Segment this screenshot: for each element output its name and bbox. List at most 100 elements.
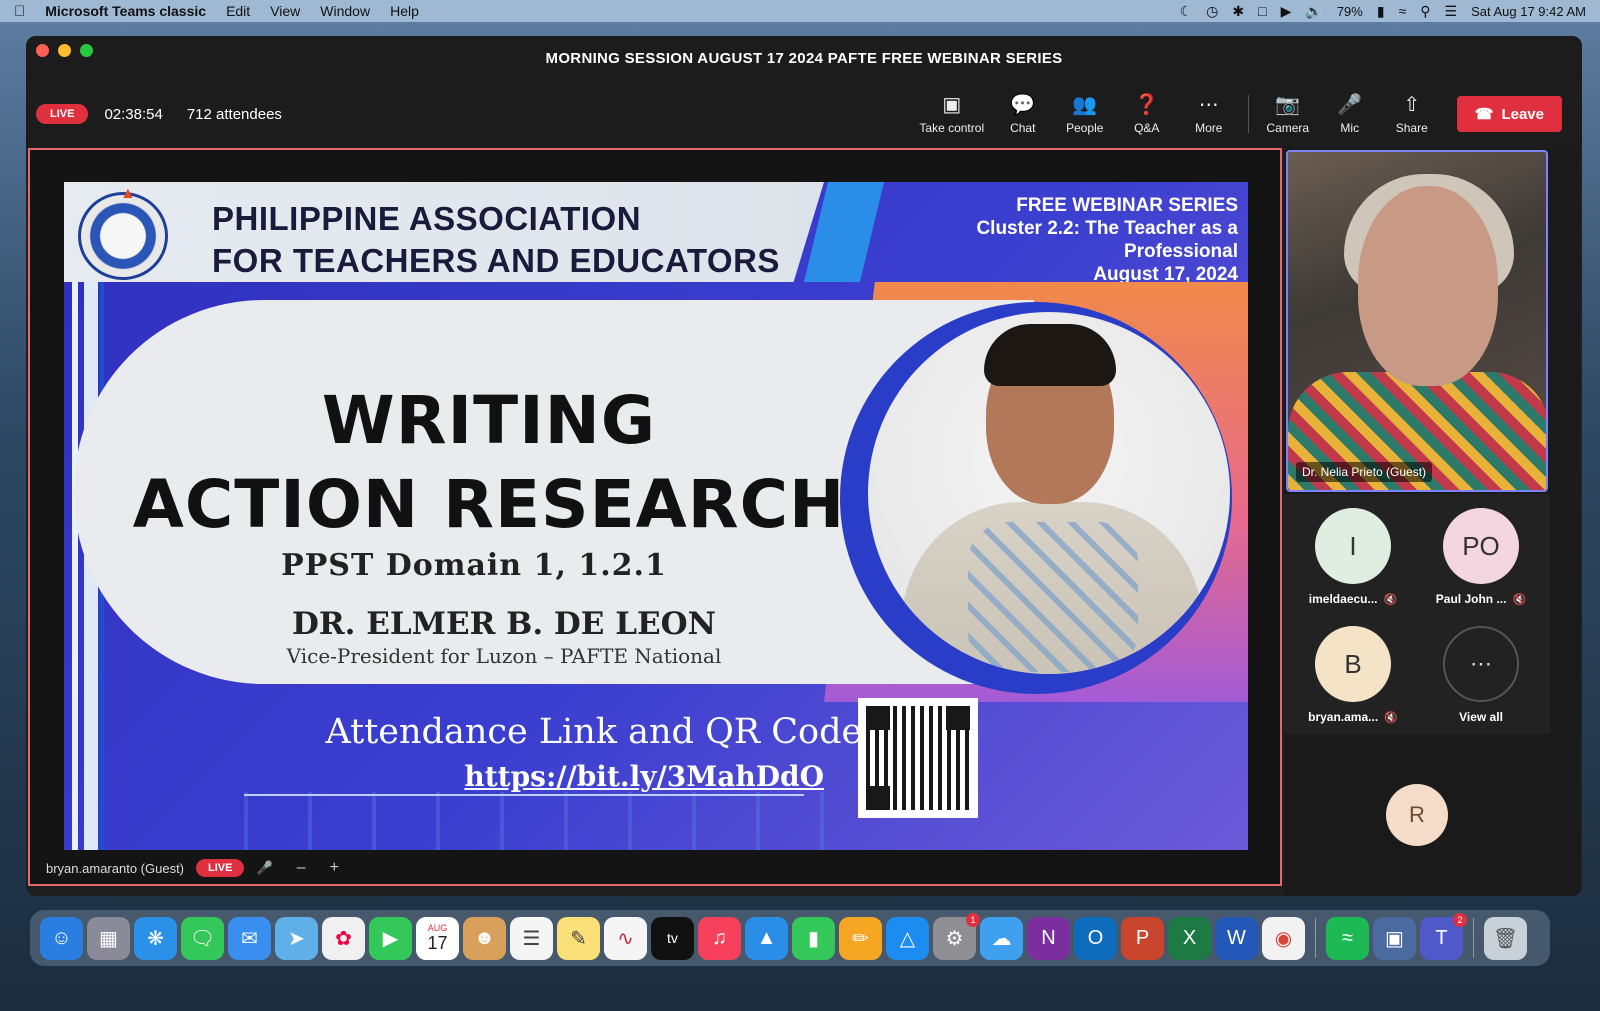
mic-muted-icon: 🎤	[1337, 94, 1363, 116]
finder-icon[interactable]: ☺	[40, 916, 83, 960]
avatar: PO	[1443, 508, 1519, 584]
apple-menu-icon[interactable]: 	[14, 3, 25, 20]
zoom-in-button[interactable]: +	[330, 859, 339, 877]
battery-percent[interactable]: 79%	[1337, 4, 1363, 19]
more-icon: ⋯	[1198, 94, 1219, 116]
clock-icon[interactable]: ◷	[1206, 3, 1218, 20]
take-control-button[interactable]: ▣ Take control	[912, 93, 992, 135]
display-icon[interactable]: □	[1258, 3, 1266, 19]
speaker-photo	[868, 312, 1230, 674]
focus-moon-icon[interactable]: ☾	[1180, 3, 1193, 20]
mail-icon[interactable]: ✉	[228, 916, 271, 960]
series-cluster: Cluster 2.2: The Teacher as a	[976, 218, 1238, 239]
menu-help[interactable]: Help	[390, 3, 419, 19]
pages-icon[interactable]: ✏	[839, 916, 882, 960]
participant-tile[interactable]: I imeldaecu... 🔇	[1288, 498, 1418, 616]
safari-icon[interactable]: ❋	[134, 916, 177, 960]
attendance-underline	[244, 794, 804, 796]
battery-icon[interactable]: ▮	[1377, 3, 1385, 20]
mic-muted-icon: 🔇	[1512, 593, 1527, 606]
reminders-icon[interactable]: ☰	[510, 916, 553, 960]
attendee-count: 712 attendees	[186, 105, 282, 123]
qa-button[interactable]: ❓ Q&A	[1116, 93, 1178, 135]
messages-icon[interactable]: 🗨	[181, 916, 224, 960]
calendar-icon[interactable]: AUG 17	[416, 916, 459, 960]
torch-flame-icon: ▲	[120, 185, 136, 202]
bluetooth-icon[interactable]: ✱	[1232, 3, 1244, 20]
presentation-slide: ▲ PHILIPPINE ASSOCIATION FOR TEACHERS AN…	[64, 182, 1248, 850]
teams-icon[interactable]: T 2	[1420, 912, 1467, 960]
menu-app-name[interactable]: Microsoft Teams classic	[45, 3, 206, 19]
zoom-out-button[interactable]: –	[297, 859, 306, 877]
speaker-position: Vice-President for Luzon – PAFTE Nationa…	[286, 644, 722, 668]
teams-badge: 2	[1453, 912, 1467, 927]
menubar-datetime[interactable]: Sat Aug 17 9:42 AM	[1471, 4, 1586, 19]
onedrive-icon[interactable]: ☁	[980, 916, 1023, 960]
numbers-icon[interactable]: ▮	[792, 916, 835, 960]
mic-button[interactable]: 🎤 Mic	[1319, 93, 1381, 135]
spotify-icon[interactable]: ≈	[1326, 916, 1369, 960]
spotlight-search-icon[interactable]: ⚲	[1420, 3, 1430, 20]
shared-content-stage[interactable]: ▲ PHILIPPINE ASSOCIATION FOR TEACHERS AN…	[28, 148, 1282, 886]
share-icon: ⇧	[1403, 94, 1421, 116]
menu-edit[interactable]: Edit	[226, 3, 250, 19]
maps-icon[interactable]: ➤	[275, 916, 318, 960]
volume-icon[interactable]: 🔊	[1305, 3, 1322, 20]
dock-separator	[1315, 918, 1316, 958]
zoom-window-button[interactable]	[80, 44, 93, 57]
control-center-icon[interactable]: ☰	[1445, 3, 1458, 20]
share-button[interactable]: ⇧ Share	[1381, 93, 1443, 135]
calendar-month: AUG	[427, 922, 448, 933]
wifi-icon[interactable]: ≈	[1399, 3, 1407, 19]
leave-button[interactable]: ☎ Leave	[1456, 96, 1562, 132]
keynote-icon[interactable]: ▲	[745, 916, 788, 960]
apple-tv-icon[interactable]: tv	[651, 916, 694, 960]
participant-label: imeldaecu... 🔇	[1309, 592, 1397, 606]
screenshot-preview-icon[interactable]: ▣	[1373, 916, 1416, 960]
launchpad-icon[interactable]: ▦	[87, 916, 130, 960]
excel-icon[interactable]: X	[1168, 916, 1211, 960]
photo-shirt-pattern	[968, 522, 1138, 672]
chat-button[interactable]: 💬 Chat	[992, 93, 1054, 135]
participants-panel: Dr. Nelia Prieto (Guest) I imeldaecu... …	[1284, 148, 1580, 896]
chrome-icon[interactable]: ◉	[1262, 916, 1305, 960]
more-participants-icon: ⋯	[1443, 626, 1519, 702]
contacts-icon[interactable]: ☻	[463, 916, 506, 960]
chat-label: Chat	[1010, 121, 1036, 135]
powerpoint-icon[interactable]: P	[1121, 916, 1164, 960]
participant-video-tile[interactable]: Dr. Nelia Prieto (Guest)	[1286, 150, 1548, 492]
trash-icon[interactable]: 🗑	[1484, 916, 1527, 960]
webinar-series-info: FREE WEBINAR SERIES Cluster 2.2: The Tea…	[976, 194, 1238, 286]
more-button[interactable]: ⋯ More	[1178, 93, 1240, 135]
close-window-button[interactable]	[36, 44, 49, 57]
participant-tile[interactable]: PO Paul John ... 🔇	[1416, 498, 1546, 616]
menu-window[interactable]: Window	[320, 3, 370, 19]
macos-menu-bar:  Microsoft Teams classic Edit View Wind…	[0, 0, 1600, 22]
outlook-icon[interactable]: O	[1074, 916, 1117, 960]
avatar: B	[1315, 626, 1391, 702]
onenote-icon[interactable]: N	[1027, 916, 1070, 960]
qa-icon: ❓	[1134, 94, 1160, 116]
word-icon[interactable]: W	[1215, 916, 1258, 960]
system-settings-icon[interactable]: ⚙ 1	[933, 912, 980, 960]
live-badge: LIVE	[36, 104, 89, 124]
play-icon[interactable]: ▶	[1281, 3, 1292, 20]
camera-button[interactable]: 📷 Camera	[1257, 93, 1319, 135]
people-button[interactable]: 👥 People	[1054, 93, 1116, 135]
photos-icon[interactable]: ✿	[322, 916, 365, 960]
attendance-qr-code	[858, 698, 978, 818]
facetime-icon[interactable]: ▶	[369, 916, 412, 960]
app-store-icon[interactable]: △	[886, 916, 929, 960]
freeform-icon[interactable]: ∿	[604, 916, 647, 960]
view-all-tile[interactable]: ⋯ View all	[1416, 616, 1546, 734]
qa-label: Q&A	[1134, 121, 1160, 135]
stage-footer: bryan.amaranto (Guest) LIVE 🎤 – +	[30, 850, 1280, 886]
view-all-label: View all	[1459, 710, 1503, 724]
minimize-window-button[interactable]	[58, 44, 71, 57]
music-icon[interactable]: ♫	[698, 916, 741, 960]
avatar[interactable]: R	[1386, 784, 1448, 846]
menu-view[interactable]: View	[270, 3, 300, 19]
participant-tile[interactable]: B bryan.ama... 🔇	[1288, 616, 1418, 734]
video-participant-face	[1358, 186, 1498, 386]
notes-icon[interactable]: ✎	[557, 916, 600, 960]
